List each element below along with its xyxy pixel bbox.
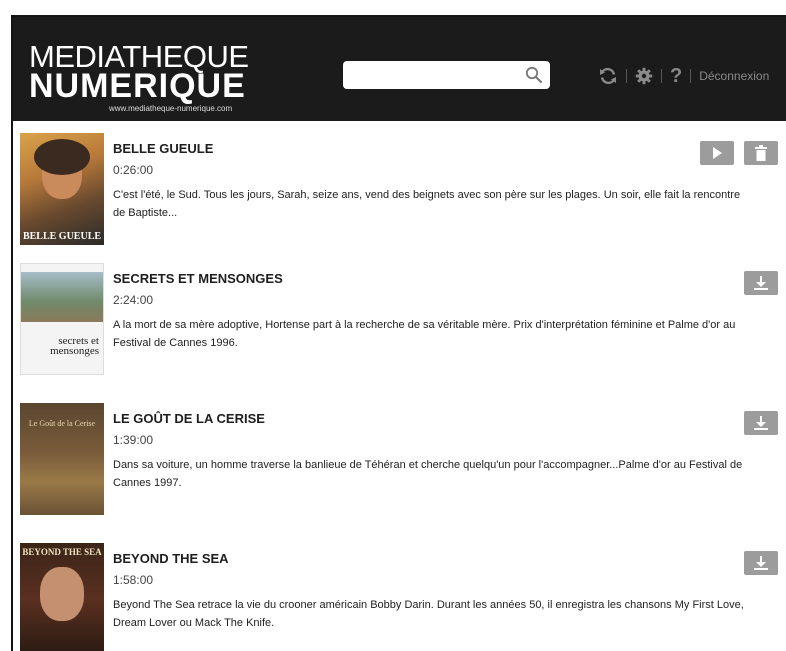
item-duration: 1:39:00 [113,433,154,447]
item-description: C'est l'été, le Sud. Tous les jours, Sar… [113,189,741,219]
item-description: Dans sa voiture, un homme traverse la ba… [113,459,743,489]
poster-caption: secrets et mensonges [50,335,99,357]
download-icon [754,416,768,430]
poster-caption: BELLE GUEULE [22,231,102,242]
help-icon[interactable]: ? [670,66,682,86]
play-icon [713,147,722,159]
poster-caption: BEYOND THE SEA [22,547,102,557]
toolbar: ? Déconnexion [598,64,769,88]
poster-image[interactable]: BELLE GUEULE [20,133,104,245]
download-button[interactable] [744,551,778,575]
item-title[interactable]: LE GOÛT DE LA CERISE [113,411,265,426]
refresh-icon[interactable] [598,66,618,86]
poster-image[interactable]: secrets et mensonges [20,263,104,375]
logout-link[interactable]: Déconnexion [699,69,769,83]
item-duration: 1:58:00 [113,573,154,587]
delete-button[interactable] [744,141,778,165]
poster-image[interactable]: Le Goût de la Cerise [20,403,104,515]
search-box [343,61,550,89]
download-icon [754,556,768,570]
download-button[interactable] [744,411,778,435]
item-title[interactable]: BELLE GUEULE [113,141,213,156]
toolbar-separator [626,69,627,83]
trash-icon [755,145,767,161]
item-description: A la mort de sa mère adoptive, Hortense … [113,319,736,349]
gear-icon[interactable] [635,67,653,85]
item-title[interactable]: SECRETS ET MENSONGES [113,271,283,286]
item-description: Beyond The Sea retrace la vie du crooner… [113,599,744,629]
poster-caption: Le Goût de la Cerise [28,419,96,428]
page-frame: MEDIATHEQUE NUMERIQUE www.mediatheque-nu… [11,15,786,651]
search-input[interactable] [343,61,518,89]
item-duration: 2:24:00 [113,293,154,307]
logo-line2: NUMERIQUE [29,67,246,105]
item-duration: 0:26:00 [113,163,154,177]
header: MEDIATHEQUE NUMERIQUE www.mediatheque-nu… [13,17,786,121]
toolbar-separator [690,69,692,83]
download-icon [754,276,768,290]
list-item: Le Goût de la Cerise LE GOÛT DE LA CERIS… [13,391,786,521]
item-title[interactable]: BEYOND THE SEA [113,551,229,566]
toolbar-separator [661,69,662,83]
poster-image[interactable]: BEYOND THE SEA [20,543,104,651]
list-item: secrets et mensonges SECRETS ET MENSONGE… [13,251,786,381]
list-item: BEYOND THE SEA BEYOND THE SEA 1:58:00 Be… [13,531,786,651]
play-button[interactable] [700,141,734,165]
search-icon[interactable] [525,66,543,84]
download-button[interactable] [744,271,778,295]
list-item: BELLE GUEULE BELLE GUEULE 0:26:00 C'est … [13,121,786,251]
logo-url: www.mediatheque-numerique.com [109,104,233,113]
